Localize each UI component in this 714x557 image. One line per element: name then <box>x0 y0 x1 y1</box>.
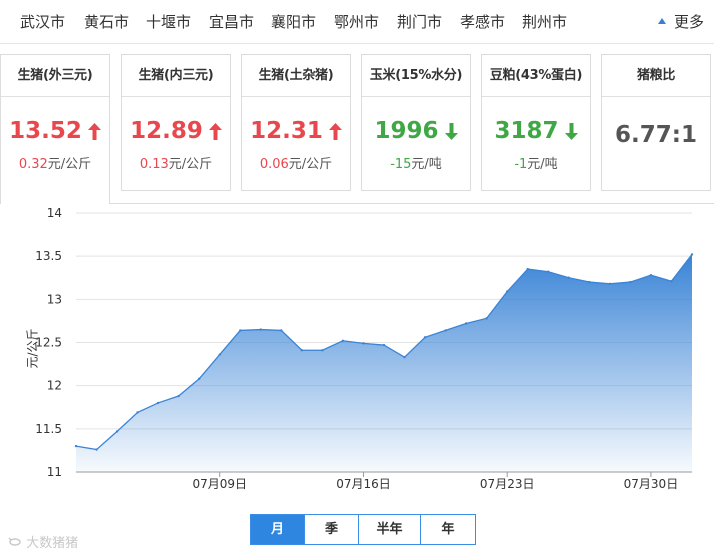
x-tick-label: 07月09日 <box>192 477 247 491</box>
data-point <box>403 355 406 359</box>
y-tick-label: 12 <box>47 379 62 393</box>
range-tab-year[interactable]: 年 <box>421 515 475 544</box>
y-axis-label: 元/公斤 <box>25 328 40 369</box>
card-title: 生猪(外三元) <box>1 55 109 97</box>
card-value: 13.52 <box>1 117 109 145</box>
data-point <box>321 349 324 352</box>
watermark: 大数猪猪 <box>8 532 78 551</box>
data-point <box>649 273 653 277</box>
data-point <box>670 280 673 283</box>
range-tab-half-year[interactable]: 半年 <box>359 515 421 544</box>
data-point <box>444 329 447 332</box>
data-point <box>259 328 262 331</box>
data-point <box>341 339 345 342</box>
y-tick-label: 13 <box>47 292 62 306</box>
x-tick-label: 07月23日 <box>480 477 535 491</box>
data-point <box>218 353 221 356</box>
data-point <box>547 270 550 273</box>
data-point <box>423 336 427 339</box>
data-point <box>198 377 201 380</box>
data-point <box>177 394 180 398</box>
data-point <box>300 349 304 352</box>
x-tick-label: 07月30日 <box>624 477 679 491</box>
range-tab-quarter[interactable]: 季 <box>305 515 359 544</box>
series-area <box>76 254 692 472</box>
data-point <box>280 329 283 332</box>
data-point <box>629 280 632 284</box>
price-card-pig-external[interactable]: 生猪(外三元) 13.52 0.32元/公斤 <box>0 54 110 204</box>
data-point <box>382 343 386 347</box>
data-point <box>588 280 591 284</box>
card-change: 0.32元/公斤 <box>18 157 92 172</box>
arrow-up-icon <box>87 123 101 140</box>
y-tick-label: 13.5 <box>35 249 62 263</box>
y-tick-label: 14 <box>47 206 62 220</box>
x-tick-label: 07月16日 <box>336 477 391 491</box>
data-point <box>567 276 570 279</box>
data-point <box>115 430 119 433</box>
data-point <box>526 267 529 271</box>
data-point <box>136 411 139 414</box>
y-tick-label: 11.5 <box>35 422 62 436</box>
range-tab-month[interactable]: 月 <box>251 515 305 544</box>
pig-logo-icon <box>8 537 21 546</box>
range-tabs: 月 季 半年 年 <box>250 514 476 545</box>
y-tick-label: 11 <box>47 465 62 479</box>
data-point <box>156 401 160 405</box>
data-point <box>506 290 509 293</box>
data-point <box>464 322 468 325</box>
data-point <box>362 342 365 345</box>
data-point <box>485 317 488 320</box>
data-point <box>690 253 694 256</box>
data-point <box>608 282 612 285</box>
data-point <box>239 329 242 332</box>
data-point <box>95 448 98 451</box>
data-point <box>74 444 78 448</box>
